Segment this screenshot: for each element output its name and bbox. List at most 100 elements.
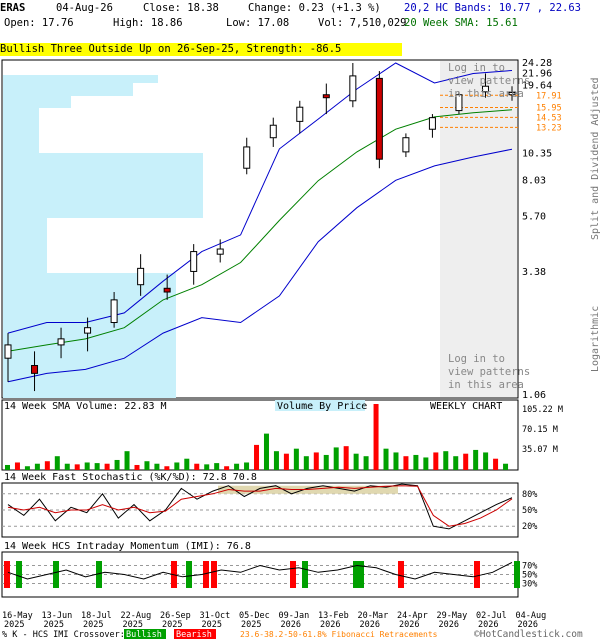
volume-bar [363, 456, 369, 470]
volume-bar [293, 448, 299, 470]
volume-bar [313, 452, 319, 470]
stoch-tick-label: 20% [522, 522, 537, 532]
volume-bar [393, 452, 399, 470]
bearish-label: Bearish [176, 630, 212, 640]
x-axis-year: 2025 [202, 620, 222, 630]
volume-bar [64, 463, 70, 470]
volume-bar [204, 464, 210, 470]
volume-bar [44, 461, 50, 470]
volume-bar [244, 462, 250, 470]
imi-crossover-bar [16, 561, 22, 588]
logarithmic-label: Logarithmic [590, 306, 600, 372]
candle-body [163, 287, 171, 293]
price-tick-label: 3.38 [522, 267, 546, 278]
volume-bar [263, 433, 269, 470]
x-axis-year: 2025 [44, 620, 64, 630]
volume-bar [383, 448, 389, 470]
fib-note: 23.6-38.2-50-61.8% Fibonacci Retracement… [240, 630, 438, 639]
volume-bar [303, 456, 309, 470]
login-region [440, 61, 517, 397]
volume-bar [84, 462, 90, 470]
volume-bar [333, 447, 339, 470]
x-axis-year: 2026 [360, 620, 380, 630]
volume-bar [94, 463, 100, 470]
candle-body [190, 251, 198, 272]
volume-bar [503, 463, 509, 470]
imi-crossover-bar [302, 561, 308, 588]
chart-root: ERAS 04-Aug-26 Close: 18.38 Change: 0.23… [0, 0, 600, 640]
x-axis-year: 2026 [399, 620, 419, 630]
candle-body [137, 267, 145, 286]
price-tick-label: 10.35 [522, 148, 552, 159]
x-axis-year: 2025 [4, 620, 24, 630]
volume-bar [433, 452, 439, 470]
volume-by-price-bar [3, 83, 133, 96]
price-tick-label: 24.28 [522, 58, 552, 69]
volume-bar [353, 453, 359, 470]
volume-bar [403, 456, 409, 470]
candle-body [57, 338, 65, 346]
footer-legend-prefix: % K - HCS IMI Crossover: [2, 630, 125, 640]
candle-body [322, 94, 330, 99]
volume-bar [14, 462, 20, 470]
x-axis-year: 2025 [123, 620, 143, 630]
volume-bar [254, 444, 260, 470]
volume-bar [483, 452, 489, 470]
fib-label: 15.95 [536, 104, 562, 114]
stoch-title: 14 Week Fast Stochastic (%K/%D): 72.8 70… [4, 472, 257, 483]
x-axis-year: 2026 [320, 620, 340, 630]
imi-crossover-bar [474, 561, 480, 588]
candle-body [84, 327, 92, 334]
fib-label: 14.53 [536, 113, 562, 123]
volume-bar [74, 464, 80, 470]
volume-bar [453, 456, 459, 470]
imi-crossover-bar [358, 561, 364, 588]
candle-body [428, 117, 436, 130]
volume-bar [54, 456, 60, 470]
volume-bar [214, 463, 220, 470]
volume-bar [144, 461, 150, 470]
volume-by-price-bar [3, 203, 203, 218]
volume-bar [24, 466, 30, 470]
candle-body [296, 106, 304, 122]
volume-bar [443, 451, 449, 470]
site-credit: ©HotCandlestick.com [474, 629, 583, 640]
x-axis-year: 2025 [162, 620, 182, 630]
volume-bar [343, 446, 349, 470]
candle-body [375, 77, 383, 160]
price-tick-label: 5.70 [522, 212, 546, 223]
volume-bar [5, 464, 10, 470]
volume-bar [224, 466, 230, 470]
imi-crossover-bar [514, 561, 520, 588]
imi-crossover-bar [398, 561, 404, 588]
volume-bar [124, 451, 130, 470]
candle-body [216, 248, 224, 255]
candle-body [349, 75, 357, 102]
candle-body [402, 137, 410, 153]
imi-tick-label: 30% [522, 580, 537, 590]
volume-bar [114, 459, 120, 470]
volume-bar [473, 449, 479, 470]
imi-crossover-bar [4, 561, 10, 588]
volume-bar [184, 458, 190, 470]
x-axis-year: 2025 [241, 620, 261, 630]
x-axis-year: 2025 [83, 620, 103, 630]
stoch-tick-label: 80% [522, 490, 537, 500]
volume-bar [154, 463, 160, 470]
split-adjusted-label: Split and Dividend Adjusted [590, 77, 600, 240]
volume-bar [273, 451, 279, 470]
volume-tick-label: 70.15 M [522, 425, 558, 435]
volume-bar [134, 464, 140, 470]
imi-crossover-bar [53, 561, 59, 588]
volume-bar [164, 466, 170, 470]
volume-bar [283, 453, 289, 470]
volume-bar [174, 462, 180, 470]
imi-crossover-bar [211, 561, 217, 588]
volume-bar [373, 404, 379, 470]
candle-body [31, 365, 39, 374]
volume-bar [463, 453, 469, 470]
volume-bar [423, 457, 429, 470]
volume-bar [493, 458, 499, 470]
fib-label: 17.91 [536, 91, 562, 101]
volume-by-price-bar [3, 96, 71, 108]
